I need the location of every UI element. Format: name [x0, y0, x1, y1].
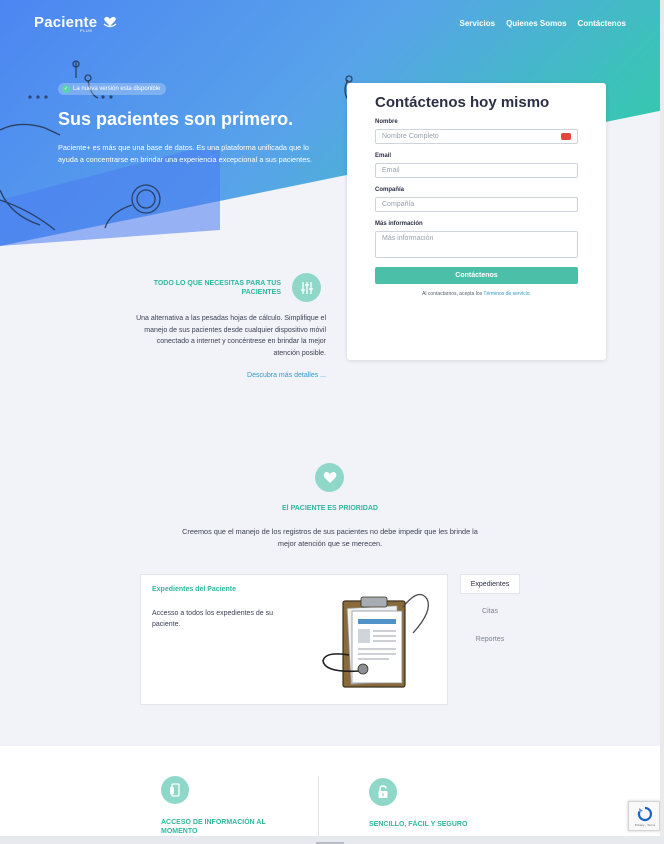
heart-hand-icon: [103, 16, 117, 28]
company-label: Compañía: [375, 187, 405, 193]
nav-servicios[interactable]: Servicios: [460, 19, 496, 28]
brand-logo[interactable]: Paciente PLUS: [34, 14, 117, 33]
vertical-scrollbar[interactable]: [660, 0, 664, 844]
hero-description: Paciente+ es más que una base de datos. …: [58, 143, 312, 164]
records-title: Expedientes del Paciente: [152, 586, 237, 593]
unlock-icon: [369, 778, 397, 806]
benefit-simple-title: SENCILLO, FÁCIL Y SEGURO: [369, 821, 468, 828]
tab-reportes[interactable]: Reportes: [460, 630, 520, 650]
info-label: Más información: [375, 221, 423, 227]
terms-prefix: Al contactarnos, acepta los: [422, 291, 483, 297]
email-placeholder: Email: [382, 167, 400, 174]
feature-body: Una alternativa a las pesadas hojas de c…: [136, 315, 326, 357]
feature-heading: TODO LO QUE NECESITAS PARA TUS PACIENTES: [153, 280, 281, 296]
badge-text: La nueva versión esta disponible: [73, 86, 161, 92]
benefit-access-title: ACCESO DE INFORMACIÓN AL MOMENTO: [161, 819, 266, 835]
email-label: Email: [375, 153, 392, 159]
main-nav: Servicios Quienes Somos Contáctenos: [460, 19, 627, 28]
nav-contactenos[interactable]: Contáctenos: [578, 19, 626, 28]
email-input[interactable]: Email: [375, 163, 578, 178]
password-manager-icon[interactable]: [561, 133, 571, 140]
contact-form: Contáctenos hoy mismo Nombre Nombre Comp…: [347, 83, 606, 360]
records-card: Expedientes del Paciente Accesso a todos…: [140, 574, 448, 705]
benefits-section: [0, 746, 660, 844]
clipboard-illustration: [322, 593, 430, 688]
new-version-badge[interactable]: ✓ La nueva versión esta disponible: [58, 83, 167, 95]
priority-description: Creemos que el manejo de los registros d…: [182, 527, 478, 548]
company-placeholder: Compañía: [382, 201, 415, 208]
details-link[interactable]: Descubra más detalles ...: [206, 372, 326, 379]
heart-icon: [315, 463, 344, 492]
recaptcha-icon: [637, 806, 653, 822]
name-placeholder: Nombre Completo: [382, 133, 439, 140]
bottom-bar: [0, 836, 664, 844]
mobile-device-icon: [161, 776, 189, 804]
contact-form-title: Contáctenos hoy mismo: [375, 94, 550, 111]
terms-link[interactable]: Términos de servicio.: [483, 291, 531, 297]
name-input[interactable]: Nombre Completo: [375, 129, 578, 144]
tab-citas[interactable]: Citas: [460, 602, 520, 622]
name-label: Nombre: [375, 119, 398, 125]
terms-text: Al contactarnos, acepta los Términos de …: [375, 291, 578, 297]
check-icon: ✓: [62, 85, 70, 93]
tab-expedientes[interactable]: Expedientes: [460, 574, 520, 594]
records-description: Accesso a todos los expedientes de su pa…: [152, 610, 274, 628]
recaptcha-badge[interactable]: Privacy - Terms: [628, 801, 660, 831]
feature-tabs: Expedientes Citas Reportes: [460, 574, 520, 658]
info-placeholder: Más información: [382, 235, 434, 242]
submit-button[interactable]: Contáctenos: [375, 267, 578, 284]
hero-title: Sus pacientes son primero.: [58, 109, 294, 129]
benefits-divider: [318, 776, 319, 844]
recaptcha-label[interactable]: Privacy - Terms: [630, 823, 660, 827]
priority-title: El PACIENTE ES PRIORIDAD: [282, 505, 378, 512]
company-input[interactable]: Compañía: [375, 197, 578, 212]
info-textarea[interactable]: Más información: [375, 231, 578, 258]
brand-sub: PLUS: [80, 28, 93, 33]
nav-quienes-somos[interactable]: Quienes Somos: [506, 19, 566, 28]
sliders-icon: [292, 273, 321, 302]
